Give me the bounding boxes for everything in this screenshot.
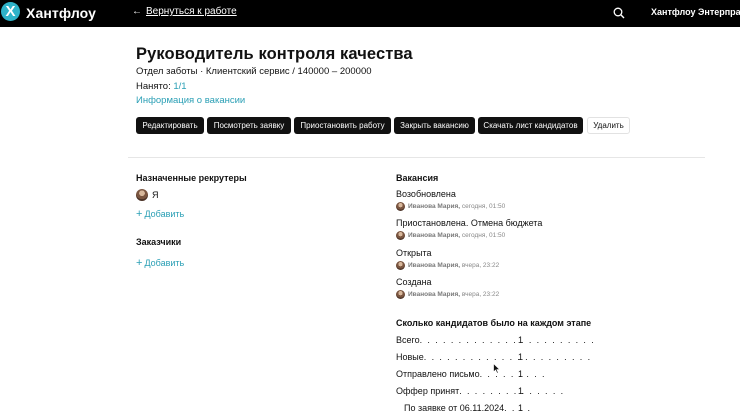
hired-label: Нанято: [136, 81, 174, 92]
history-status: Приостановлена. Отмена бюджета [396, 218, 543, 228]
download-candidates-button[interactable]: Скачать лист кандидатов [478, 117, 583, 134]
page-title: Руководитель контроля качества [136, 45, 413, 63]
avatar [396, 231, 405, 240]
back-to-work-label: Вернуться к работе [146, 6, 237, 17]
mouse-cursor-icon [493, 363, 501, 374]
stage-dots: . . . . . . . . . . . . . . . . . . . . … [423, 352, 592, 362]
history-author-name: Иванова Мария, [408, 203, 461, 210]
add-recruiter-label: Добавить [144, 209, 185, 219]
stage-row: Оффер принят. . . . . . . . . . . . . . [396, 386, 565, 396]
add-customer-label: Добавить [144, 258, 185, 268]
view-request-button[interactable]: Посмотреть заявку [207, 117, 291, 134]
logo-icon[interactable]: X [1, 2, 20, 21]
recruiters-title: Назначенные рекрутеры [136, 173, 247, 183]
stage-count: 1 [518, 369, 524, 379]
stage-dots: . . . . . . . . . . . . . . . . . . . . … [419, 335, 596, 345]
stage-label: Всего [396, 335, 420, 345]
plus-icon: + [136, 208, 143, 220]
history-time: вчера, 23:22 [461, 291, 500, 298]
history-time: сегодня, 01:50 [461, 203, 506, 210]
stage-count: 1 [518, 403, 524, 413]
history-time: сегодня, 01:50 [461, 232, 506, 239]
divider [128, 157, 705, 158]
back-to-work-link[interactable]: ← Вернуться к работе [132, 6, 237, 17]
plus-icon: + [136, 257, 143, 269]
hired-value[interactable]: 1/1 [173, 81, 186, 92]
add-recruiter-button[interactable]: + Добавить [136, 208, 184, 220]
recruiter-me: Я [152, 190, 159, 200]
company-switcher[interactable]: Хантфлоу Энтерпрайз [651, 7, 740, 17]
pause-work-button[interactable]: Приостановить работу [294, 117, 391, 134]
history-time: вчера, 23:22 [461, 262, 500, 269]
search-icon[interactable] [613, 7, 625, 19]
stage-row: Всего. . . . . . . . . . . . . . . . . .… [396, 335, 595, 345]
stage-count: 1 [518, 386, 524, 396]
stage-dots: . . . . . . . . . . . . . . [459, 386, 565, 396]
arrow-left-icon: ← [132, 6, 142, 17]
customers-title: Заказчики [136, 237, 182, 247]
history-author: Иванова Мария, сегодня, 01:50 [408, 232, 505, 239]
stage-row: По заявке от 06.11.2024. . . . [404, 403, 531, 413]
stage-label: Отправлено письмо [396, 369, 480, 379]
history-author: Иванова Мария, вчера, 23:22 [408, 291, 499, 298]
history-author: Иванова Мария, вчера, 23:22 [408, 262, 499, 269]
edit-button[interactable]: Редактировать [136, 117, 204, 134]
hired-count: Нанято: 1/1 [136, 81, 187, 92]
stage-row: Отправлено письмо. . . . . . . . . [396, 369, 546, 379]
brand-name[interactable]: Хантфлоу [26, 5, 96, 21]
avatar [396, 290, 405, 299]
avatar [396, 261, 405, 270]
stage-count: 1 [518, 352, 524, 362]
history-status: Возобновлена [396, 189, 456, 199]
avatar [396, 202, 405, 211]
add-customer-button[interactable]: + Добавить [136, 257, 184, 269]
vacancy-history-title: Вакансия [396, 173, 439, 183]
vacancy-info-link[interactable]: Информация о вакансии [136, 95, 245, 106]
stage-dots: . . . . . . . . . [479, 369, 546, 379]
stages-title: Сколько кандидатов было на каждом этапе [396, 318, 592, 328]
history-status: Создана [396, 277, 432, 287]
history-author-name: Иванова Мария, [408, 232, 461, 239]
stage-row: Новые. . . . . . . . . . . . . . . . . .… [396, 352, 592, 362]
close-vacancy-button[interactable]: Закрыть вакансию [394, 117, 475, 134]
history-status: Открыта [396, 248, 432, 258]
history-author: Иванова Мария, сегодня, 01:50 [408, 203, 505, 210]
top-bar: X Хантфлоу ← Вернуться к работе Хантфлоу … [0, 0, 740, 27]
stage-label: Новые [396, 352, 424, 362]
stage-label: По заявке от 06.11.2024 [404, 403, 505, 413]
vacancy-meta: Отдел заботы · Клиентский сервис / 14000… [136, 66, 372, 77]
stage-count: 1 [518, 335, 524, 345]
avatar [136, 189, 148, 201]
delete-button[interactable]: Удалить [587, 117, 630, 134]
stage-label: Оффер принят [396, 386, 460, 396]
history-author-name: Иванова Мария, [408, 291, 461, 298]
history-author-name: Иванова Мария, [408, 262, 461, 269]
